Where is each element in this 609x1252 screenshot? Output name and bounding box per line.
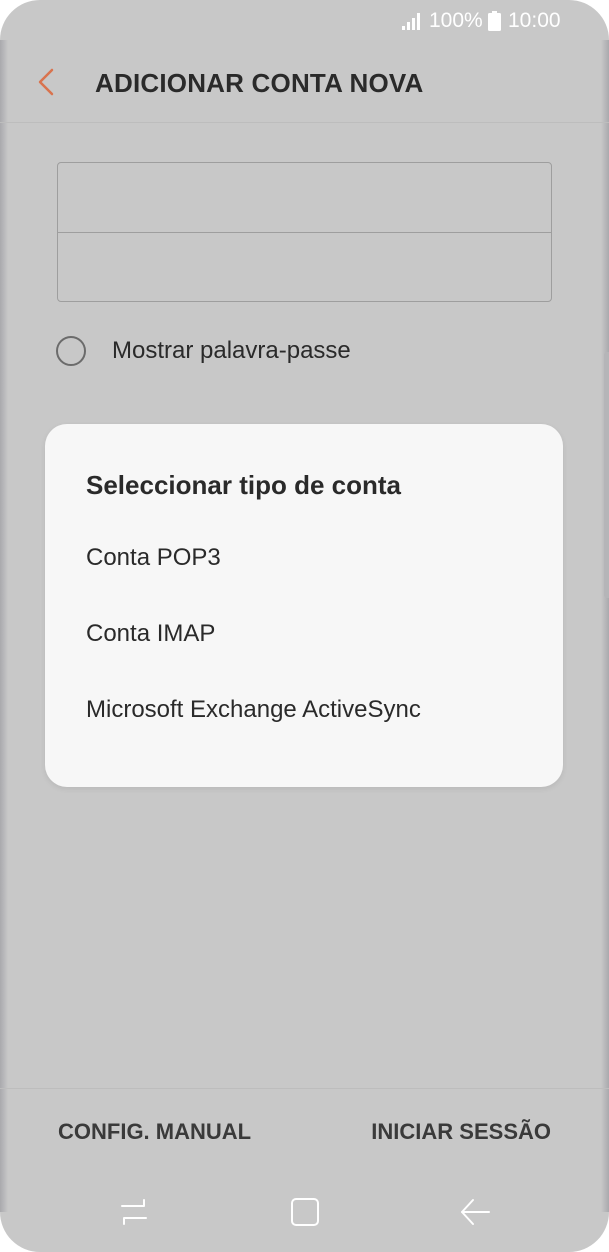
edge-panel-handle[interactable] bbox=[604, 352, 609, 598]
screen-edge-left bbox=[0, 40, 8, 1212]
option-label: Conta IMAP bbox=[86, 620, 216, 647]
navigation-bar bbox=[0, 1172, 609, 1252]
option-label: Conta POP3 bbox=[86, 544, 221, 571]
option-imap[interactable]: Conta IMAP bbox=[45, 602, 563, 666]
status-bar: 100% 10:00 bbox=[0, 0, 609, 44]
option-label: Microsoft Exchange ActiveSync bbox=[86, 696, 421, 723]
option-pop3[interactable]: Conta POP3 bbox=[45, 526, 563, 590]
show-password-toggle[interactable]: Mostrar palavra-passe bbox=[56, 334, 351, 368]
bottom-action-bar: CONFIG. MANUAL INICIAR SESSÃO bbox=[0, 1088, 609, 1173]
device-screen: 100% 10:00 ADICIONAR CONTA NOVA Mostrar … bbox=[0, 0, 609, 1252]
password-field[interactable] bbox=[58, 232, 551, 301]
show-password-radio[interactable] bbox=[56, 336, 86, 366]
option-exchange-activesync[interactable]: Microsoft Exchange ActiveSync bbox=[45, 678, 563, 742]
dialog-title: Seleccionar tipo de conta bbox=[86, 470, 401, 500]
account-type-dialog: Seleccionar tipo de conta Conta POP3 Con… bbox=[45, 424, 563, 787]
signal-icon bbox=[402, 13, 420, 30]
app-header: ADICIONAR CONTA NOVA bbox=[0, 44, 609, 123]
recent-apps-icon[interactable] bbox=[116, 1194, 152, 1230]
show-password-label: Mostrar palavra-passe bbox=[112, 337, 351, 364]
battery-icon bbox=[488, 11, 501, 31]
screen-edge-right bbox=[601, 40, 609, 1212]
home-icon[interactable] bbox=[287, 1194, 323, 1230]
credentials-fields bbox=[57, 162, 552, 302]
battery-percentage: 100% bbox=[429, 9, 483, 32]
manual-setup-button[interactable]: CONFIG. MANUAL bbox=[58, 1119, 251, 1145]
chevron-left-icon[interactable] bbox=[28, 62, 64, 102]
email-field[interactable] bbox=[58, 163, 551, 232]
back-arrow-icon[interactable] bbox=[457, 1194, 493, 1230]
sign-in-button[interactable]: INICIAR SESSÃO bbox=[371, 1119, 551, 1145]
clock: 10:00 bbox=[508, 9, 561, 32]
page-title: ADICIONAR CONTA NOVA bbox=[95, 68, 424, 98]
